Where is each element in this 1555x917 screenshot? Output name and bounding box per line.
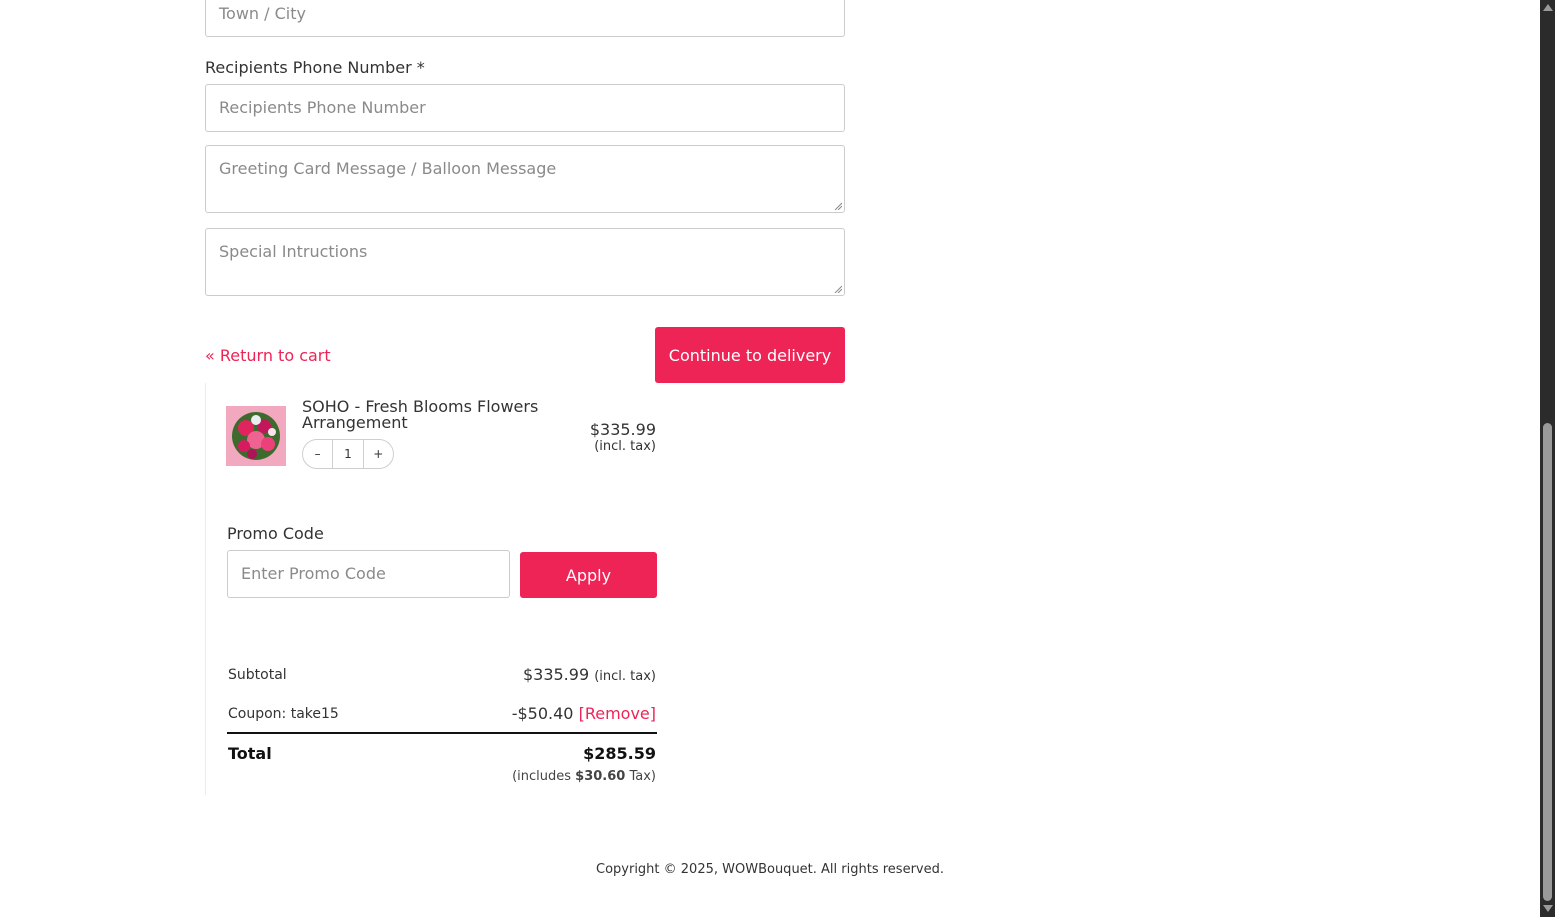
town-city-input[interactable]: Town / City (205, 0, 845, 37)
footer-copyright: Copyright © 2025, WOWBouquet. All rights… (596, 862, 944, 877)
product-thumbnail[interactable] (226, 406, 286, 466)
instructions-placeholder: Special Intructions (219, 242, 368, 261)
quantity-value[interactable]: 1 (333, 440, 364, 468)
subtotal-value-group: $335.99 (incl. tax) (523, 665, 656, 684)
coupon-discount-value: -$50.40 (511, 704, 574, 723)
item-price: $335.99 (589, 420, 656, 439)
scrollbar-thumb[interactable] (1543, 423, 1552, 901)
coupon-value-group: -$50.40 [Remove] (512, 704, 656, 723)
promo-code-label: Promo Code (227, 524, 324, 543)
phone-input[interactable]: Recipients Phone Number (205, 84, 845, 132)
subtotal-label: Subtotal (228, 667, 287, 683)
tax-note: (includes $30.60 Tax) (512, 769, 656, 784)
tax-amount: $30.60 (575, 769, 626, 784)
phone-placeholder: Recipients Phone Number (219, 98, 426, 117)
total-value: $285.59 (583, 744, 656, 763)
quantity-increase-button[interactable]: + (364, 440, 393, 468)
town-city-placeholder: Town / City (219, 4, 306, 23)
item-price-note: (incl. tax) (594, 439, 656, 454)
subtotal-value: $335.99 (522, 665, 590, 684)
quantity-stepper: – 1 + (302, 439, 394, 469)
greeting-message-textarea[interactable]: Greeting Card Message / Balloon Message (205, 145, 845, 213)
return-to-cart-link[interactable]: « Return to cart (205, 346, 331, 365)
scroll-up-arrow-icon[interactable] (1543, 4, 1553, 11)
total-label: Total (228, 744, 272, 763)
tax-note-suffix: Tax) (629, 769, 656, 784)
product-name: SOHO - Fresh Blooms Flowers Arrangement (302, 397, 539, 432)
total-divider (227, 732, 657, 734)
promo-code-placeholder: Enter Promo Code (241, 564, 386, 583)
promo-code-input[interactable]: Enter Promo Code (227, 550, 510, 598)
continue-to-delivery-button[interactable]: Continue to delivery (655, 327, 845, 383)
checkout-page: Town / City Recipients Phone Number * Re… (0, 0, 1555, 917)
quantity-decrease-button[interactable]: – (303, 440, 334, 468)
coupon-label: Coupon: take15 (228, 706, 339, 722)
order-summary: SOHO - Fresh Blooms Flowers Arrangement … (205, 383, 666, 795)
remove-coupon-link[interactable]: [Remove] (579, 704, 656, 723)
special-instructions-textarea[interactable]: Special Intructions (205, 228, 845, 296)
resize-grip-icon[interactable] (834, 285, 842, 293)
page-scrollbar[interactable] (1540, 0, 1555, 917)
greeting-placeholder: Greeting Card Message / Balloon Message (219, 159, 557, 178)
resize-grip-icon[interactable] (834, 202, 842, 210)
tax-note-prefix: (includes (512, 769, 572, 784)
apply-promo-button[interactable]: Apply (520, 552, 657, 598)
phone-label: Recipients Phone Number * (205, 58, 425, 77)
scroll-down-arrow-icon[interactable] (1543, 905, 1553, 912)
subtotal-note: (incl. tax) (594, 669, 656, 684)
